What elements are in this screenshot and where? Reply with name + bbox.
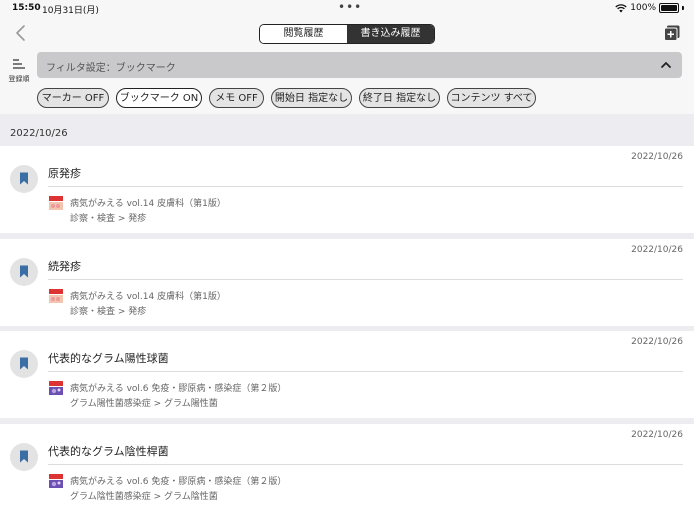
chip-memo[interactable]: メモ OFF bbox=[209, 88, 264, 108]
item-title: 続発疹 bbox=[48, 260, 81, 273]
battery-icon bbox=[659, 3, 679, 13]
section-date: 2022/10/26 bbox=[10, 128, 68, 139]
book-cover-icon bbox=[48, 380, 64, 396]
chip-marker[interactable]: マーカー OFF bbox=[37, 88, 109, 108]
item-date: 2022/10/26 bbox=[631, 337, 683, 347]
bookmark-icon bbox=[10, 258, 38, 286]
history-segmented-control: 閲覧履歴 書き込み履歴 bbox=[259, 24, 435, 44]
item-divider bbox=[48, 186, 683, 187]
chip-start-date[interactable]: 開始日 指定なし bbox=[271, 88, 352, 108]
item-title: 原発疹 bbox=[48, 167, 81, 180]
chip-bookmark[interactable]: ブックマーク ON bbox=[116, 88, 202, 108]
item-divider bbox=[48, 371, 683, 372]
filter-settings-bar[interactable]: フィルタ設定：ブックマーク bbox=[37, 52, 682, 78]
battery-tip bbox=[682, 6, 684, 10]
history-item[interactable]: 2022/10/26 原発疹 病気がみえる vol.14 皮膚科（第1版） 診察… bbox=[0, 146, 694, 233]
plus-square-icon[interactable] bbox=[664, 25, 680, 41]
history-item[interactable]: 2022/10/26 続発疹 病気がみえる vol.14 皮膚科（第1版） 診察… bbox=[0, 239, 694, 326]
item-title: 代表的なグラム陰性桿菌 bbox=[48, 445, 169, 458]
history-item[interactable]: 2022/10/26 代表的なグラム陽性球菌 病気がみえる vol.6 免疫・膠… bbox=[0, 331, 694, 418]
item-date: 2022/10/26 bbox=[631, 245, 683, 255]
status-bar: 15:50 10月31日(月) ••• 100% bbox=[0, 0, 694, 18]
nav-bar: 閲覧履歴 書き込み履歴 bbox=[0, 18, 694, 48]
tab-write-history[interactable]: 書き込み履歴 bbox=[347, 25, 434, 43]
item-path: 診察・検査 > 発疹 bbox=[70, 214, 147, 224]
item-path: グラム陽性菌感染症 > グラム陽性菌 bbox=[70, 399, 218, 409]
item-divider bbox=[48, 464, 683, 465]
bookmark-icon bbox=[10, 350, 38, 378]
history-item[interactable]: 2022/10/26 代表的なグラム陰性桿菌 病気がみえる vol.6 免疫・膠… bbox=[0, 424, 694, 511]
item-book: 病気がみえる vol.14 皮膚科（第1版） bbox=[70, 199, 226, 209]
status-date: 10月31日(月) bbox=[42, 6, 99, 16]
item-book: 病気がみえる vol.6 免疫・膠原病・感染症（第２版） bbox=[70, 384, 287, 394]
item-date: 2022/10/26 bbox=[631, 430, 683, 440]
chip-end-date[interactable]: 終了日 指定なし bbox=[359, 88, 440, 108]
sort-button[interactable]: 登録順 bbox=[6, 54, 32, 83]
item-path: グラム陰性菌感染症 > グラム陰性菌 bbox=[70, 492, 218, 502]
item-divider bbox=[48, 279, 683, 280]
section-date-header: 2022/10/26 bbox=[0, 122, 694, 146]
battery-percent: 100% bbox=[630, 3, 656, 13]
bookmark-icon bbox=[10, 443, 38, 471]
sort-lines-icon bbox=[13, 59, 25, 69]
filter-row: 登録順 フィルタ設定：ブックマーク bbox=[0, 48, 694, 84]
item-book: 病気がみえる vol.14 皮膚科（第1版） bbox=[70, 292, 226, 302]
chevron-left-icon[interactable] bbox=[12, 22, 30, 44]
status-right: 100% bbox=[615, 3, 684, 13]
status-time: 15:50 bbox=[12, 3, 41, 13]
item-date: 2022/10/26 bbox=[631, 152, 683, 162]
tab-browse-history[interactable]: 閲覧履歴 bbox=[260, 25, 347, 43]
book-cover-icon bbox=[48, 195, 64, 211]
wifi-icon bbox=[615, 3, 627, 12]
item-title: 代表的なグラム陽性球菌 bbox=[48, 352, 169, 365]
filter-chips: マーカー OFF ブックマーク ON メモ OFF 開始日 指定なし 終了日 指… bbox=[0, 84, 694, 114]
bookmark-icon bbox=[10, 165, 38, 193]
item-path: 診察・検査 > 発疹 bbox=[70, 307, 147, 317]
sort-label: 登録順 bbox=[8, 75, 30, 83]
book-cover-icon bbox=[48, 473, 64, 489]
item-book: 病気がみえる vol.6 免疫・膠原病・感染症（第２版） bbox=[70, 477, 287, 487]
book-cover-icon bbox=[48, 288, 64, 304]
filter-settings-label: フィルタ設定：ブックマーク bbox=[46, 63, 176, 74]
multitask-dots-icon[interactable]: ••• bbox=[338, 0, 362, 14]
chip-contents[interactable]: コンテンツ すべて bbox=[447, 88, 536, 108]
chevron-up-icon[interactable] bbox=[660, 59, 672, 71]
